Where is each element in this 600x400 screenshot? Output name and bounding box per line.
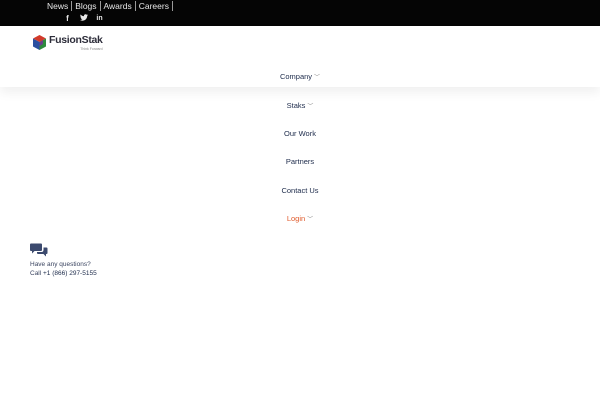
nav-label: Our Work <box>284 129 316 138</box>
nav-label: Staks <box>286 101 306 110</box>
brand-name: FusionStak <box>49 34 103 46</box>
top-link-awards[interactable]: Awards <box>104 0 136 11</box>
brand-tagline: Think Forward <box>80 47 103 51</box>
social-links: f in <box>64 14 103 23</box>
logo-cube-icon <box>32 35 47 51</box>
nav-label: Partners <box>285 157 315 166</box>
nav-item-contact-us[interactable]: Contact Us <box>0 186 600 195</box>
fusionstak-logo[interactable]: FusionStak Think Forward <box>32 35 103 51</box>
top-links: News Blogs Awards Careers <box>47 0 176 11</box>
contact-info: Have any questions? Call +1 (866) 297-51… <box>30 260 97 278</box>
nav-label: Company <box>279 72 313 81</box>
nav-item-our-work[interactable]: Our Work <box>0 129 600 138</box>
nav-item-company[interactable]: Company ﹀ <box>0 72 600 81</box>
phone-link[interactable]: +1 (866) 297-5155 <box>43 270 97 277</box>
top-link-news[interactable]: News <box>47 0 73 11</box>
call-label: Call <box>30 270 42 277</box>
twitter-icon[interactable] <box>80 14 88 23</box>
chevron-down-icon: ﹀ <box>314 75 321 81</box>
chevron-down-icon: ﹀ <box>307 104 314 110</box>
top-link-blogs[interactable]: Blogs <box>75 0 101 11</box>
nav-item-partners[interactable]: Partners <box>0 157 600 166</box>
linkedin-icon[interactable]: in <box>96 14 103 23</box>
nav-label: Login <box>286 214 306 223</box>
nav-item-login[interactable]: Login ﹀ <box>0 214 600 223</box>
chevron-down-icon: ﹀ <box>307 217 314 223</box>
nav-item-staks[interactable]: Staks ﹀ <box>0 101 600 110</box>
contact-question: Have any questions? <box>30 261 91 268</box>
facebook-icon[interactable]: f <box>64 14 71 23</box>
top-link-careers[interactable]: Careers <box>139 0 173 11</box>
nav-label: Contact Us <box>281 186 319 195</box>
top-bar: News Blogs Awards Careers f in <box>0 0 600 26</box>
